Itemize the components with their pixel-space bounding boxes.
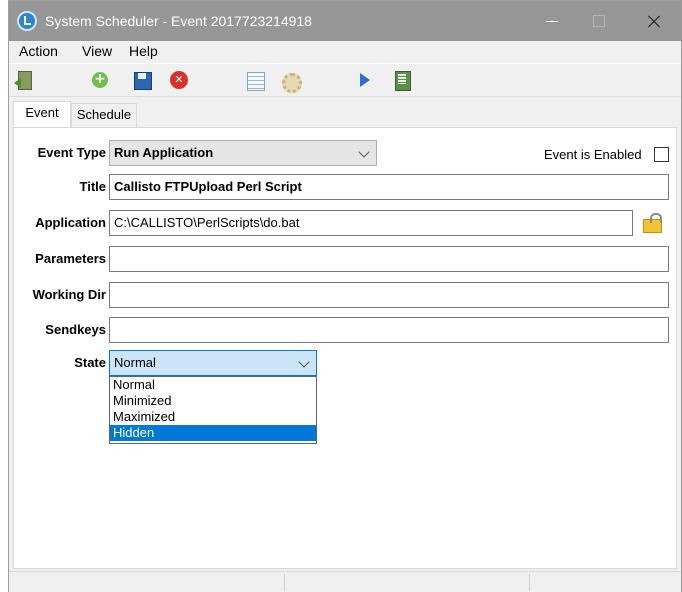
menu-bar: Action View Help [9, 41, 681, 63]
maximize-button[interactable] [575, 1, 621, 41]
settings-icon[interactable] [279, 70, 302, 93]
run-icon[interactable] [355, 70, 375, 90]
parameters-field[interactable] [109, 246, 669, 272]
delete-icon[interactable] [169, 70, 189, 90]
menu-view[interactable]: View [82, 42, 112, 62]
state-label: State [74, 355, 106, 370]
minimize-button[interactable] [529, 1, 575, 41]
event-enabled-label: Event is Enabled [544, 147, 642, 162]
event-type-label: Event Type [37, 145, 106, 160]
tab-strip: Event Schedule [9, 97, 681, 127]
event-enabled-checkbox[interactable] [654, 147, 669, 162]
toolbar [9, 63, 681, 97]
event-type-combo[interactable]: Run Application [109, 140, 377, 166]
save-icon[interactable] [132, 70, 152, 90]
scheduler-window: System Scheduler - Event 2017723214918 A… [8, 0, 682, 592]
folder-open-icon[interactable] [642, 212, 662, 233]
sendkeys-field[interactable] [109, 317, 669, 343]
application-label: Application [35, 215, 106, 230]
document-icon[interactable] [392, 70, 412, 91]
status-divider [284, 574, 285, 591]
state-dropdown-list: Normal Minimized Maximized Hidden [109, 376, 317, 444]
menu-help[interactable]: Help [129, 42, 158, 62]
window-title: System Scheduler - Event 2017723214918 [45, 13, 312, 29]
chevron-down-icon [298, 356, 310, 368]
state-option-hidden[interactable]: Hidden [110, 425, 316, 441]
event-panel: Event Type Run Application Event is Enab… [13, 127, 677, 569]
state-option-minimized[interactable]: Minimized [110, 393, 316, 409]
tab-event[interactable]: Event [13, 101, 71, 127]
chevron-down-icon [358, 146, 370, 158]
scheduler-app-icon [17, 11, 37, 31]
status-bar [9, 571, 681, 592]
title-label: Title [79, 179, 107, 194]
state-option-normal[interactable]: Normal [110, 377, 316, 393]
add-icon[interactable] [90, 70, 110, 90]
state-combo[interactable]: Normal [109, 350, 317, 376]
working-dir-field[interactable] [109, 282, 669, 308]
menu-action[interactable]: Action [19, 42, 58, 62]
close-button[interactable] [633, 1, 679, 41]
status-divider [529, 574, 530, 591]
tab-schedule[interactable]: Schedule [71, 103, 137, 127]
parameters-label: Parameters [35, 251, 106, 266]
title-bar[interactable]: System Scheduler - Event 2017723214918 [9, 1, 681, 41]
working-dir-label: Working Dir [32, 287, 106, 302]
title-field[interactable]: Callisto FTPUpload Perl Script [109, 174, 669, 200]
exit-icon[interactable] [14, 70, 34, 90]
event-type-value: Run Application [114, 145, 214, 160]
application-field[interactable]: C:\CALLISTO\PerlScripts\do.bat [109, 210, 633, 236]
sendkeys-label: Sendkeys [45, 322, 106, 337]
state-option-maximized[interactable]: Maximized [110, 409, 316, 425]
list-icon[interactable] [245, 70, 265, 91]
state-value: Normal [114, 355, 156, 370]
